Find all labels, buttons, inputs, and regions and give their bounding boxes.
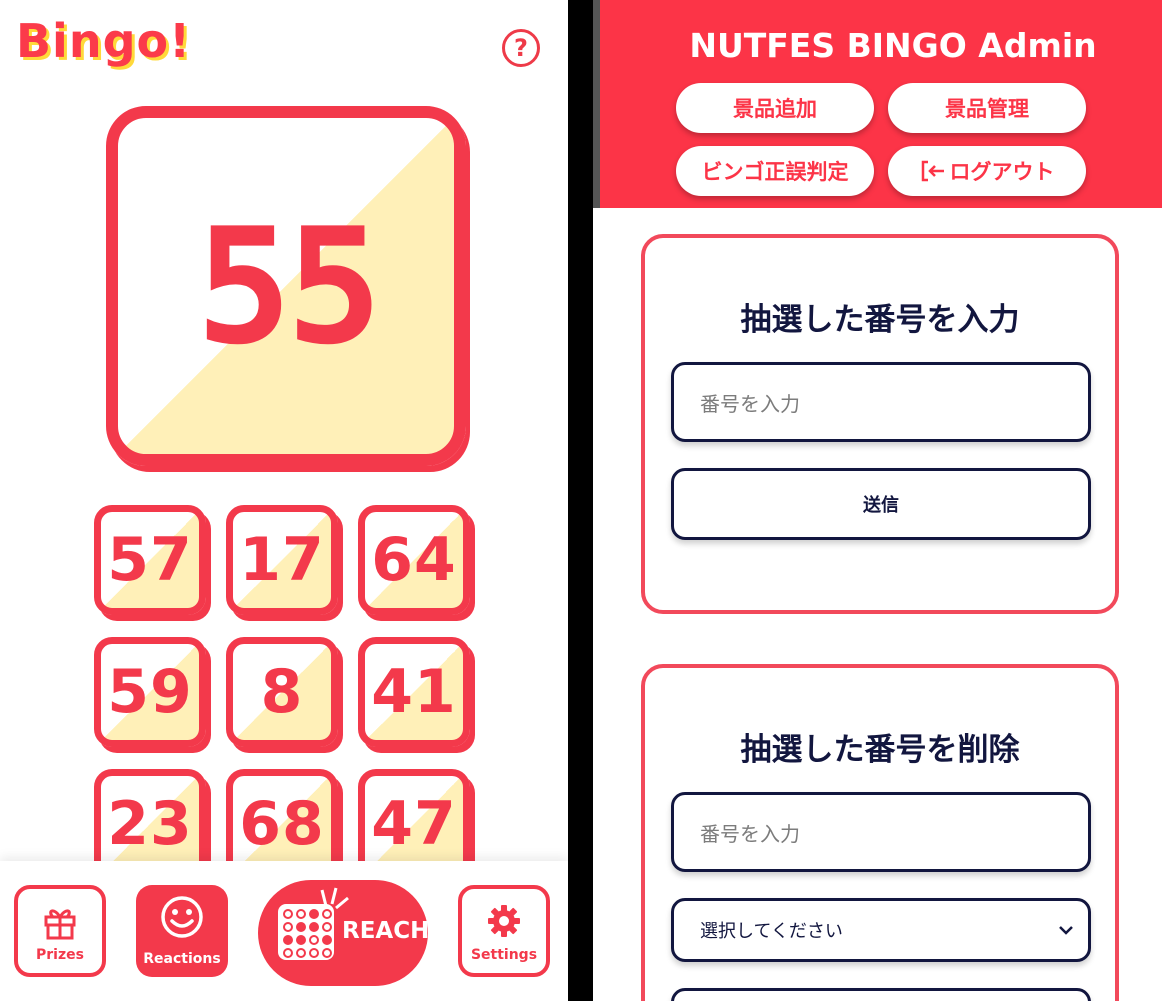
number-select[interactable]: 選択してください [671,898,1091,962]
history-number: 64 [371,525,457,595]
history-number-card: 57 [94,505,206,615]
admin-header-edge [593,0,600,208]
nav-settings-button[interactable]: Settings [458,885,550,977]
gear-icon [488,905,520,937]
reach-label: REACH [342,918,430,944]
admin-title: NUTFES BINGO Admin [689,26,1097,65]
nav-reactions-label: Reactions [143,951,221,967]
manage-prize-button[interactable]: 景品管理 [888,83,1086,133]
current-number-card: 55 [106,106,466,466]
history-number: 47 [371,789,457,859]
nav-reactions-button[interactable]: Reactions [136,885,228,977]
history-number-card: 8 [226,637,338,747]
smiley-icon [161,896,203,938]
history-number-card: 17 [226,505,338,615]
input-number-placeholder: 番号を入力 [700,391,800,416]
panel-divider [568,0,593,1001]
history-number: 59 [107,657,193,727]
input-number-section: 抽選した番号を入力 番号を入力 送信 [641,234,1119,614]
bingo-admin-app: NUTFES BINGO Admin 景品追加 景品管理 ビンゴ正誤判定 ログア… [593,0,1162,1001]
history-number: 8 [260,657,304,727]
delete-extra-field[interactable] [671,988,1091,1001]
history-number: 17 [239,525,325,595]
input-number-field[interactable]: 番号を入力 [671,362,1091,442]
delete-number-placeholder: 番号を入力 [700,821,800,846]
history-number-card: 41 [358,637,470,747]
logout-label: ログアウト [949,160,1055,184]
logout-button[interactable]: ログアウト [888,146,1086,196]
logout-icon [921,160,944,182]
current-number: 55 [195,192,383,380]
history-number-card: 64 [358,505,470,615]
bingo-card-icon [278,904,334,960]
number-select-value: 選択してください [700,921,843,942]
bingo-user-app: Bingo! ? 55 57 17 64 59 8 41 23 68 47 Pr… [0,0,568,1001]
history-number-card: 59 [94,637,206,747]
nav-prizes-label: Prizes [36,947,84,963]
check-bingo-button[interactable]: ビンゴ正誤判定 [676,146,874,196]
admin-header: NUTFES BINGO Admin 景品追加 景品管理 ビンゴ正誤判定 ログア… [593,0,1162,208]
delete-section-title: 抽選した番号を削除 [740,732,1020,768]
submit-button[interactable]: 送信 [671,468,1091,540]
gift-icon [44,909,76,940]
delete-number-section: 抽選した番号を削除 番号を入力 選択してください [641,664,1119,1001]
help-icon[interactable]: ? [502,29,540,67]
chevron-down-icon [1059,926,1073,935]
app-logo: Bingo! [16,14,192,68]
delete-number-field[interactable]: 番号を入力 [671,792,1091,872]
nav-prizes-button[interactable]: Prizes [14,885,106,977]
history-number: 57 [107,525,193,595]
nav-settings-label: Settings [470,947,538,963]
history-number: 41 [371,657,457,727]
history-number: 68 [239,789,325,859]
input-section-title: 抽選した番号を入力 [740,302,1020,338]
add-prize-button[interactable]: 景品追加 [676,83,874,133]
reach-button[interactable]: REACH [258,880,430,986]
history-number: 23 [107,789,193,859]
